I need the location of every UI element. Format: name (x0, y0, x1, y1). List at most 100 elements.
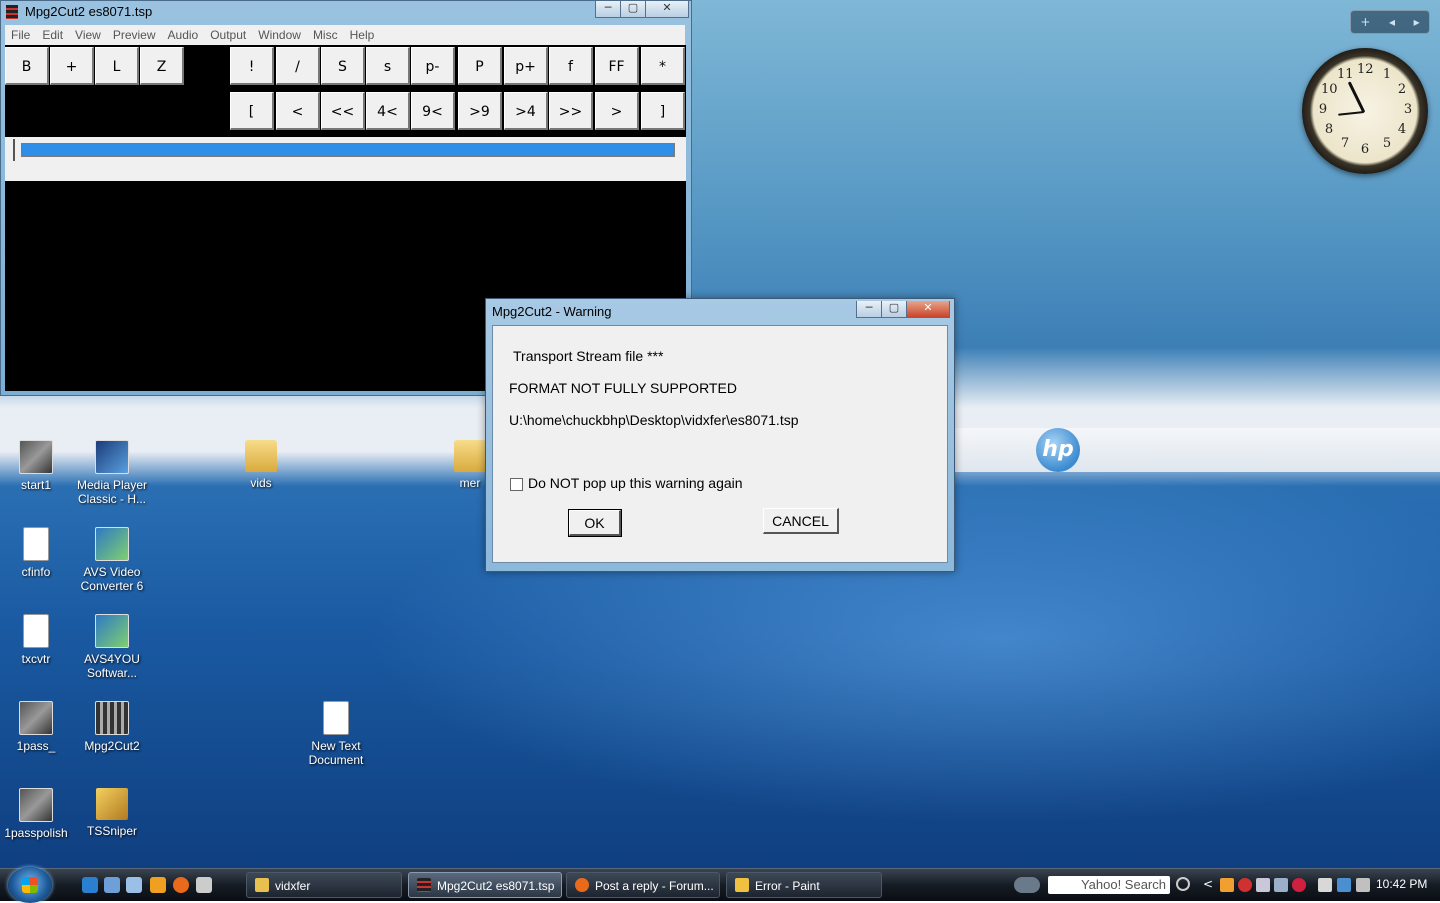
desktop-icon-cfinfo[interactable]: cfinfo (0, 527, 72, 579)
dialog-body: Transport Stream file *** FORMAT NOT FUL… (492, 325, 948, 563)
mpg2cut2-quicklaunch-icon[interactable] (196, 877, 212, 893)
taskbar: vidxfer Mpg2Cut2 es8071.tsp Post a reply… (0, 867, 1440, 903)
search-icon[interactable] (1176, 877, 1190, 891)
desktop-icon-label: vids (250, 476, 272, 490)
tray-app-icon[interactable] (1220, 878, 1234, 892)
desktop-icon-tssniper[interactable]: TSSniper (76, 788, 148, 838)
menu-file[interactable]: File (5, 28, 36, 42)
sidebar-prev-button[interactable]: ◂ (1389, 15, 1395, 29)
toolbar-button-mark-out[interactable]: ] (641, 92, 685, 130)
toolbar-button-bang[interactable]: ! (230, 47, 274, 85)
show-hidden-icons-button[interactable]: < (1203, 877, 1213, 891)
clock-number: 11 (1337, 67, 1354, 82)
taskbar-item-label: Mpg2Cut2 es8071.tsp (437, 879, 555, 893)
cancel-button[interactable]: CANCEL (763, 508, 839, 534)
app-icon (6, 5, 18, 19)
dont-show-again-checkbox[interactable] (510, 478, 523, 491)
dialog-close-button[interactable]: ✕ (906, 301, 950, 318)
menu-output[interactable]: Output (204, 28, 252, 42)
desktop-icon-media-player[interactable]: Media Player Classic - H... (76, 440, 148, 506)
taskbar-item-mpg2cut2[interactable]: Mpg2Cut2 es8071.tsp (408, 872, 562, 898)
tray-app-icon[interactable] (1292, 878, 1306, 892)
menu-window[interactable]: Window (252, 28, 307, 42)
toolbar-button-mark-in[interactable]: [ (230, 92, 274, 130)
menu-preview[interactable]: Preview (107, 28, 162, 42)
toolbar-button-jump-back[interactable]: << (321, 92, 365, 130)
toolbar-button-p-plus[interactable]: p+ (504, 47, 548, 85)
close-button[interactable]: ✕ (645, 1, 689, 18)
toolbar-button-z[interactable]: Z (140, 47, 184, 85)
taskbar-item-firefox[interactable]: Post a reply - Forum... (566, 872, 720, 898)
desktop-icon-avs4you[interactable]: AVS4YOU Softwar... (76, 614, 148, 680)
start-button[interactable] (8, 867, 52, 903)
menu-help[interactable]: Help (344, 28, 381, 42)
dont-show-again-label[interactable]: Do NOT pop up this warning again (528, 475, 743, 491)
desktop-icon-1pass[interactable]: 1pass_ (0, 701, 72, 753)
clock-gadget[interactable]: 12 1 2 3 4 5 6 7 8 9 10 11 (1302, 48, 1428, 174)
toolbar-button-s[interactable]: s (366, 47, 410, 85)
desktop-icon-avs-converter[interactable]: AVS Video Converter 6 (76, 527, 148, 593)
timeline-slider[interactable] (21, 143, 675, 157)
tray-app-icon[interactable] (1256, 878, 1270, 892)
maximize-button[interactable]: ▢ (620, 1, 646, 18)
toolbar-button-FF[interactable]: FF (595, 47, 639, 85)
dialog-minimize-button[interactable]: ─ (856, 301, 882, 318)
toolbar-button-step-back[interactable]: < (276, 92, 320, 130)
toolbar-button-p-minus[interactable]: p- (411, 47, 455, 85)
media-player-quicklaunch-icon[interactable] (150, 877, 166, 893)
warning-message-line1: Transport Stream file *** (513, 348, 664, 364)
sidebar-next-button[interactable]: ▸ (1414, 15, 1420, 29)
minimize-button[interactable]: ─ (595, 1, 621, 18)
switch-windows-icon[interactable] (126, 877, 142, 893)
toolbar-button-back-4[interactable]: 4< (366, 92, 410, 130)
menu-audio[interactable]: Audio (162, 28, 205, 42)
battery-icon[interactable] (1318, 878, 1332, 892)
menu-edit[interactable]: Edit (36, 28, 69, 42)
sidebar-controls: + ◂ ▸ (1350, 10, 1430, 34)
toolbar-button-jump-fwd[interactable]: >> (549, 92, 593, 130)
clock-number: 5 (1382, 136, 1392, 151)
hp-toolbar-icon[interactable] (1014, 877, 1040, 893)
menu-misc[interactable]: Misc (307, 28, 344, 42)
toolbar-button-P[interactable]: P (458, 47, 502, 85)
window-titlebar[interactable]: Mpg2Cut2 es8071.tsp ─ ▢ ✕ (1, 1, 691, 23)
toolbar-button-slash[interactable]: / (276, 47, 320, 85)
ok-button[interactable]: OK (568, 509, 622, 537)
desktop-icon-vids[interactable]: vids (225, 440, 297, 490)
desktop-icon-mpg2cut2[interactable]: Mpg2Cut2 (76, 701, 148, 753)
taskbar-clock[interactable]: 10:42 PM (1376, 877, 1427, 891)
taskbar-item-vidxfer[interactable]: vidxfer (246, 872, 402, 898)
menu-view[interactable]: View (69, 28, 107, 42)
toolbar-button-f[interactable]: f (549, 47, 593, 85)
toolbar-button-step-fwd[interactable]: > (595, 92, 639, 130)
toolbar-button-back-9[interactable]: 9< (411, 92, 455, 130)
desktop-icon-start1[interactable]: start1 (0, 440, 72, 492)
toolbar-button-plus[interactable]: + (50, 47, 94, 85)
show-desktop-icon[interactable] (104, 877, 120, 893)
paint-icon (735, 878, 749, 892)
toolbar-button-star[interactable]: * (641, 47, 685, 85)
desktop-icon-txcvtr[interactable]: txcvtr (0, 614, 72, 666)
toolbar-button-b[interactable]: B (5, 47, 49, 85)
desktop-icon-new-text-document[interactable]: New Text Document (300, 701, 372, 767)
desktop-icon-1passpolish[interactable]: 1passpolish (0, 788, 72, 840)
internet-explorer-icon[interactable] (82, 877, 98, 893)
taskbar-item-paint[interactable]: Error - Paint (726, 872, 882, 898)
network-icon[interactable] (1337, 878, 1351, 892)
sidebar-add-button[interactable]: + (1360, 15, 1370, 29)
dialog-maximize-button[interactable]: ▢ (881, 301, 907, 318)
firefox-icon[interactable] (173, 877, 189, 893)
volume-icon[interactable] (1356, 878, 1370, 892)
timeline-slider-thumb[interactable] (13, 139, 23, 161)
mpg2cut2-icon (95, 701, 129, 735)
desktop-icon-label: AVS4YOU Softwar... (84, 652, 140, 680)
desktop-icon-mer[interactable]: mer (450, 440, 490, 490)
yahoo-search-input[interactable]: Yahoo! Search (1048, 876, 1170, 894)
toolbar-button-l[interactable]: L (95, 47, 139, 85)
toolbar-button-S[interactable]: S (321, 47, 365, 85)
desktop-icon-label: AVS Video Converter 6 (80, 565, 144, 593)
toolbar-button-fwd-4[interactable]: >4 (504, 92, 548, 130)
security-alert-icon[interactable] (1238, 878, 1252, 892)
toolbar-button-fwd-9[interactable]: >9 (458, 92, 502, 130)
tray-app-icon[interactable] (1274, 878, 1288, 892)
